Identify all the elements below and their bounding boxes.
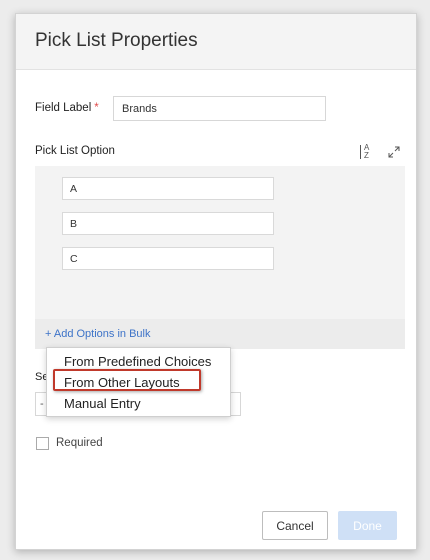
sort-icon-z: Z [364,151,369,160]
field-label-input[interactable] [113,96,326,121]
dialog-title: Pick List Properties [35,30,198,51]
field-label-text: Field Label [35,102,92,114]
required-label: Required [56,437,103,449]
option-input-3[interactable] [62,247,274,270]
option-input-2[interactable] [62,212,274,235]
expand-icon[interactable] [387,145,401,159]
required-asterisk: * [94,102,99,114]
sort-alphabetically-icon[interactable]: A Z [360,144,374,162]
cancel-button[interactable]: Cancel [262,511,328,540]
required-checkbox[interactable] [36,437,49,450]
menu-item-manual-entry[interactable]: Manual Entry [64,396,141,411]
menu-item-other-layouts[interactable]: From Other Layouts [64,375,180,390]
dialog-header: Pick List Properties [16,14,416,70]
done-button[interactable]: Done [338,511,397,540]
field-label-label: Field Label * [35,102,99,114]
add-options-in-bulk-link[interactable]: + Add Options in Bulk [45,328,150,340]
option-input-1[interactable] [62,177,274,200]
menu-item-predefined-choices[interactable]: From Predefined Choices [64,354,211,369]
pick-list-properties-dialog: Pick List Properties Field Label* Pick L… [15,13,417,550]
pick-list-option-label: Pick List Option [35,145,115,157]
bulk-options-dropdown: From Predefined Choices From Other Layou… [46,347,231,417]
bulk-options-bar: + Add Options in Bulk [35,319,405,349]
obscured-select-value: - [40,398,44,410]
